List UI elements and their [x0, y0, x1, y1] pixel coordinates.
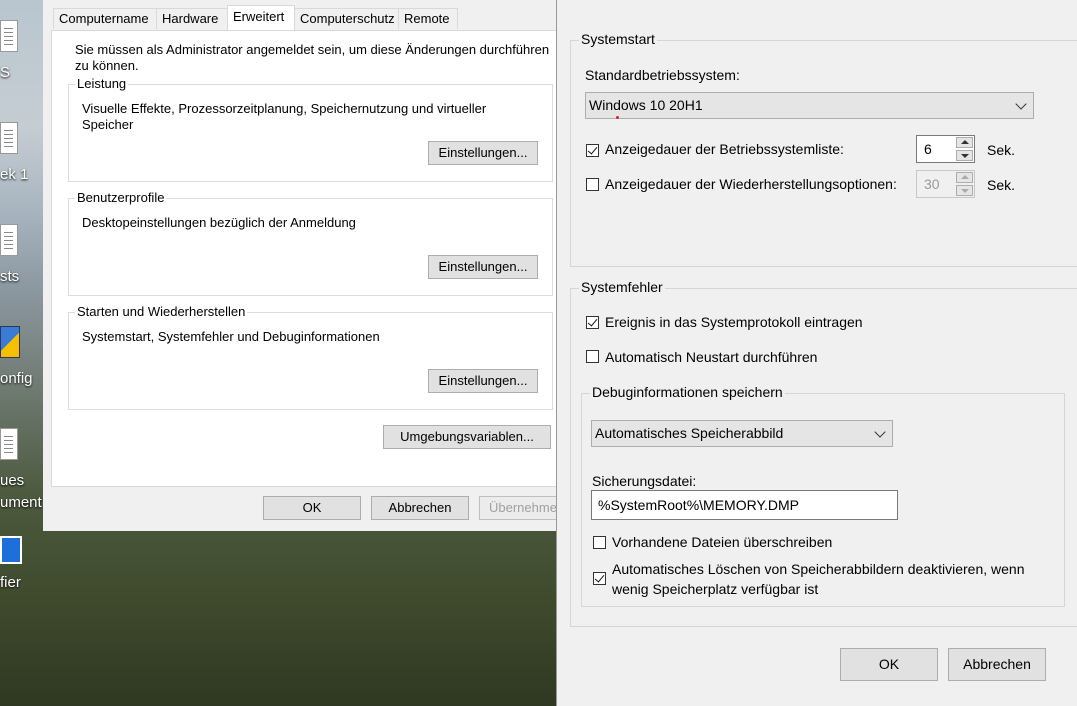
recovery-seconds-value: 30 [924, 176, 940, 192]
tab-computerschutz[interactable]: Computerschutz [294, 8, 400, 29]
environment-variables-button[interactable]: Umgebungsvariablen... [383, 425, 551, 449]
user-profiles-group-title: Benutzerprofile [75, 190, 167, 205]
cancel-button[interactable]: Abbrechen [948, 648, 1046, 681]
desktop-icon-label: ek 1 [0, 166, 29, 183]
shield-icon [0, 326, 20, 358]
debug-info-group: Debuginformationen speichern Automatisch… [581, 384, 1065, 607]
document-icon [0, 224, 18, 256]
spin-up-icon[interactable] [956, 137, 973, 148]
spellcheck-dot [616, 116, 619, 119]
disable-autodelete-label-line2: wenig Speicherplatz verfügbar ist [612, 581, 819, 597]
default-os-label: Standardbetriebssystem: [585, 67, 740, 83]
desktop-icon-label: fier [0, 574, 21, 591]
spin-down-icon[interactable] [956, 185, 973, 196]
recovery-seconds-spinner[interactable]: 30 [916, 170, 975, 198]
default-os-value: Windows 10 20H1 [589, 97, 703, 113]
ok-button[interactable]: OK [840, 648, 938, 681]
desktop-icon-label: S [0, 64, 11, 81]
user-profiles-settings-button[interactable]: Einstellungen... [428, 255, 538, 279]
document-icon [0, 122, 18, 154]
disable-autodelete-label: Automatisches Löschen von Speicherabbild… [612, 561, 1025, 577]
tab-hardware[interactable]: Hardware [156, 8, 228, 29]
desktop-icon-label: ument [0, 494, 42, 511]
dump-file-label: Sicherungsdatei: [592, 473, 697, 489]
system-failure-group: Systemfehler Ereignis in das Systemproto… [570, 279, 1077, 627]
os-list-unit: Sek. [987, 142, 1016, 158]
recovery-options-label: Anzeigedauer der Wiederherstellungsoptio… [605, 176, 897, 192]
desktop-icon[interactable]: fier [0, 536, 50, 606]
startup-recovery-dialog: Systemstart Standardbetriebssystem: Wind… [556, 0, 1077, 706]
startup-recovery-group: Starten und Wiederherstellen Systemstart… [68, 304, 553, 410]
tab-erweitert[interactable]: Erweitert [227, 5, 295, 30]
admin-notice-line2: zu können. [75, 58, 139, 73]
performance-description: Visuelle Effekte, Prozessorzeitplanung, … [82, 101, 487, 116]
default-os-select[interactable]: Windows 10 20H1 [585, 92, 1034, 119]
desktop-icon-label: onfig [0, 370, 33, 387]
recovery-options-checkbox[interactable] [586, 178, 599, 191]
tab-panel-advanced: Sie müssen als Administrator angemeldet … [51, 30, 557, 487]
overwrite-label: Vorhandene Dateien überschreiben [612, 534, 833, 550]
document-icon [0, 428, 18, 460]
chevron-down-icon [1015, 98, 1027, 110]
overwrite-checkbox[interactable] [593, 536, 606, 549]
user-profiles-description: Desktopeinstellungen bezüglich der Anmel… [82, 215, 356, 230]
system-properties-dialog: Computername Hardware Erweitert Computer… [43, 0, 577, 531]
spin-up-icon[interactable] [956, 172, 973, 183]
desktop-icon-label: sts [0, 268, 20, 285]
auto-restart-checkbox[interactable] [586, 350, 599, 363]
system-failure-group-title: Systemfehler [579, 279, 665, 295]
performance-group-title: Leistung [75, 76, 129, 91]
dump-file-input[interactable]: %SystemRoot%\MEMORY.DMP [591, 490, 898, 520]
debug-type-value: Automatisches Speicherabbild [595, 425, 784, 441]
os-list-seconds-spinner[interactable]: 6 [916, 135, 975, 163]
system-start-group-title: Systemstart [579, 31, 657, 47]
startup-recovery-settings-button[interactable]: Einstellungen... [428, 369, 538, 393]
user-profiles-group: Benutzerprofile Desktopeinstellungen bez… [68, 190, 553, 296]
desktop-icon-label: ues [0, 472, 25, 489]
write-event-checkbox[interactable] [586, 316, 599, 329]
spin-down-icon[interactable] [956, 150, 973, 161]
debug-info-group-title: Debuginformationen speichern [590, 384, 785, 400]
cancel-button[interactable]: Abbrechen [371, 496, 469, 520]
performance-description-line2: Speicher [82, 117, 134, 132]
chevron-down-icon [874, 426, 886, 438]
disable-autodelete-checkbox[interactable] [593, 572, 606, 585]
admin-notice: Sie müssen als Administrator angemeldet … [75, 42, 550, 57]
ok-button[interactable]: OK [263, 496, 361, 520]
performance-group: Leistung Visuelle Effekte, Prozessorzeit… [68, 76, 553, 182]
app-icon [0, 536, 22, 564]
auto-restart-label: Automatisch Neustart durchführen [605, 349, 818, 365]
os-list-seconds-value: 6 [924, 141, 932, 157]
performance-settings-button[interactable]: Einstellungen... [428, 141, 538, 165]
write-event-label: Ereignis in das Systemprotokoll eintrage… [605, 314, 863, 330]
tab-computername[interactable]: Computername [53, 8, 157, 29]
startup-recovery-description: Systemstart, Systemfehler und Debuginfor… [82, 329, 380, 344]
tab-remote[interactable]: Remote [398, 8, 458, 29]
startup-recovery-group-title: Starten und Wiederherstellen [75, 304, 248, 319]
os-list-label: Anzeigedauer der Betriebssystemliste: [605, 141, 844, 157]
system-start-group: Systemstart Standardbetriebssystem: Wind… [570, 31, 1077, 267]
document-icon [0, 20, 18, 52]
os-list-checkbox[interactable] [586, 144, 599, 157]
debug-type-select[interactable]: Automatisches Speicherabbild [591, 420, 893, 447]
recovery-unit: Sek. [987, 177, 1016, 193]
